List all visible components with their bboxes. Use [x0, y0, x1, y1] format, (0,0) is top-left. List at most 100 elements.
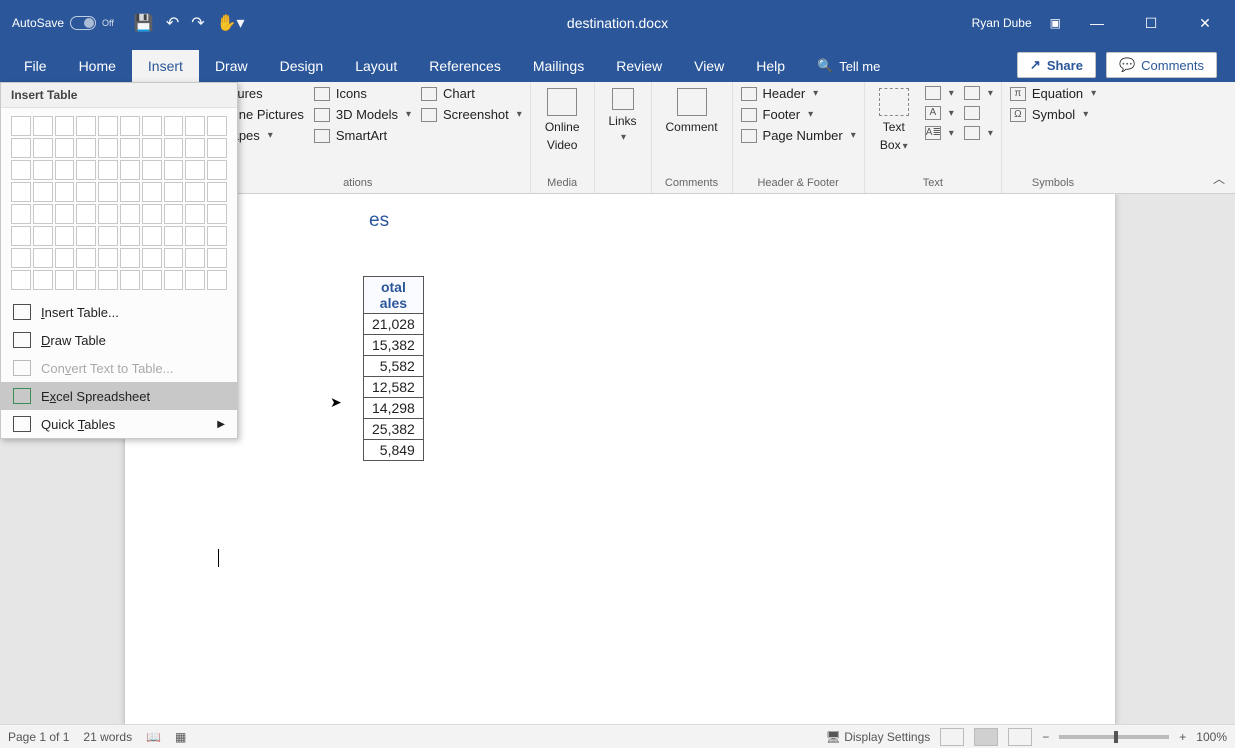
grid-cell[interactable]: [142, 204, 162, 224]
grid-cell[interactable]: [142, 160, 162, 180]
redo-icon[interactable]: ↷: [191, 13, 204, 33]
grid-cell[interactable]: [55, 116, 75, 136]
drop-cap-button[interactable]: A≣▾: [925, 126, 954, 140]
grid-cell[interactable]: [98, 182, 118, 202]
grid-cell[interactable]: [164, 226, 184, 246]
menu-draw-table[interactable]: Draw Table: [1, 326, 237, 354]
tab-references[interactable]: References: [413, 50, 517, 82]
grid-cell[interactable]: [11, 116, 31, 136]
quick-parts-button[interactable]: ▾: [925, 86, 954, 100]
date-time-button[interactable]: [964, 106, 993, 120]
user-name[interactable]: Ryan Dube: [972, 16, 1032, 30]
grid-cell[interactable]: [207, 226, 227, 246]
grid-cell[interactable]: [55, 138, 75, 158]
undo-icon[interactable]: ↶: [166, 13, 179, 33]
tab-file[interactable]: File: [8, 50, 63, 82]
grid-cell[interactable]: [76, 204, 96, 224]
minimize-button[interactable]: —: [1079, 15, 1115, 32]
grid-cell[interactable]: [98, 270, 118, 290]
focus-view-button[interactable]: [940, 728, 964, 746]
zoom-level[interactable]: 100%: [1196, 730, 1227, 744]
grid-cell[interactable]: [185, 248, 205, 268]
grid-cell[interactable]: [98, 138, 118, 158]
grid-cell[interactable]: [142, 270, 162, 290]
grid-cell[interactable]: [33, 160, 53, 180]
grid-cell[interactable]: [76, 270, 96, 290]
grid-cell[interactable]: [142, 138, 162, 158]
grid-cell[interactable]: [33, 138, 53, 158]
grid-cell[interactable]: [207, 160, 227, 180]
sales-table[interactable]: otalales 21,028 15,382 5,582 12,582 14,2…: [363, 276, 424, 461]
grid-cell[interactable]: [98, 226, 118, 246]
object-button[interactable]: ▾: [964, 126, 993, 140]
ribbon-display-icon[interactable]: ▣: [1050, 16, 1061, 30]
grid-cell[interactable]: [11, 160, 31, 180]
comment-button[interactable]: Comment: [660, 86, 724, 136]
tab-view[interactable]: View: [678, 50, 740, 82]
tab-help[interactable]: Help: [740, 50, 801, 82]
grid-cell[interactable]: [185, 270, 205, 290]
grid-cell[interactable]: [55, 182, 75, 202]
tab-mailings[interactable]: Mailings: [517, 50, 600, 82]
pointer-icon[interactable]: ✋▾: [217, 13, 245, 33]
zoom-out-button[interactable]: −: [1042, 730, 1049, 744]
grid-cell[interactable]: [185, 116, 205, 136]
grid-cell[interactable]: [98, 160, 118, 180]
grid-cell[interactable]: [185, 226, 205, 246]
autosave-toggle[interactable]: AutoSave Off: [0, 16, 126, 30]
text-box-button[interactable]: Text Box▾: [873, 86, 915, 154]
links-button[interactable]: Links▾: [603, 86, 643, 145]
icons-button[interactable]: Icons: [314, 86, 411, 101]
spellcheck-icon[interactable]: 📖: [146, 730, 161, 744]
grid-cell[interactable]: [120, 182, 140, 202]
print-layout-button[interactable]: [974, 728, 998, 746]
grid-cell[interactable]: [164, 138, 184, 158]
zoom-in-button[interactable]: +: [1179, 730, 1186, 744]
tab-home[interactable]: Home: [63, 50, 132, 82]
grid-cell[interactable]: [76, 138, 96, 158]
menu-quick-tables[interactable]: Quick Tables▶: [1, 410, 237, 438]
web-layout-button[interactable]: [1008, 728, 1032, 746]
grid-cell[interactable]: [142, 116, 162, 136]
grid-cell[interactable]: [11, 248, 31, 268]
grid-cell[interactable]: [33, 226, 53, 246]
grid-cell[interactable]: [55, 204, 75, 224]
symbol-button[interactable]: ΩSymbol▾: [1010, 107, 1096, 122]
grid-cell[interactable]: [76, 116, 96, 136]
grid-cell[interactable]: [185, 182, 205, 202]
grid-cell[interactable]: [120, 116, 140, 136]
grid-cell[interactable]: [207, 248, 227, 268]
grid-cell[interactable]: [11, 204, 31, 224]
grid-cell[interactable]: [207, 204, 227, 224]
grid-cell[interactable]: [164, 160, 184, 180]
grid-cell[interactable]: [98, 204, 118, 224]
grid-cell[interactable]: [142, 182, 162, 202]
grid-cell[interactable]: [98, 116, 118, 136]
grid-cell[interactable]: [120, 160, 140, 180]
grid-cell[interactable]: [11, 270, 31, 290]
online-video-button[interactable]: Online Video: [539, 86, 586, 154]
grid-cell[interactable]: [55, 160, 75, 180]
grid-cell[interactable]: [55, 270, 75, 290]
grid-cell[interactable]: [207, 182, 227, 202]
grid-cell[interactable]: [11, 182, 31, 202]
grid-cell[interactable]: [164, 270, 184, 290]
word-count[interactable]: 21 words: [83, 730, 132, 744]
grid-cell[interactable]: [98, 248, 118, 268]
grid-cell[interactable]: [164, 248, 184, 268]
share-button[interactable]: ↗Share: [1017, 52, 1096, 78]
signature-line-button[interactable]: ▾: [964, 86, 993, 100]
display-settings-button[interactable]: 🖥 Display Settings: [826, 730, 931, 744]
maximize-button[interactable]: ☐: [1133, 15, 1169, 32]
grid-cell[interactable]: [142, 248, 162, 268]
grid-cell[interactable]: [207, 270, 227, 290]
tell-me-search[interactable]: 🔍 Tell me: [807, 50, 890, 82]
grid-cell[interactable]: [185, 160, 205, 180]
save-icon[interactable]: 💾: [134, 13, 154, 33]
grid-cell[interactable]: [120, 248, 140, 268]
page-number-button[interactable]: Page Number▾: [741, 128, 856, 143]
smartart-button[interactable]: SmartArt: [314, 128, 411, 143]
grid-cell[interactable]: [207, 138, 227, 158]
page-indicator[interactable]: Page 1 of 1: [8, 730, 69, 744]
3d-models-button[interactable]: 3D Models▾: [314, 107, 411, 122]
